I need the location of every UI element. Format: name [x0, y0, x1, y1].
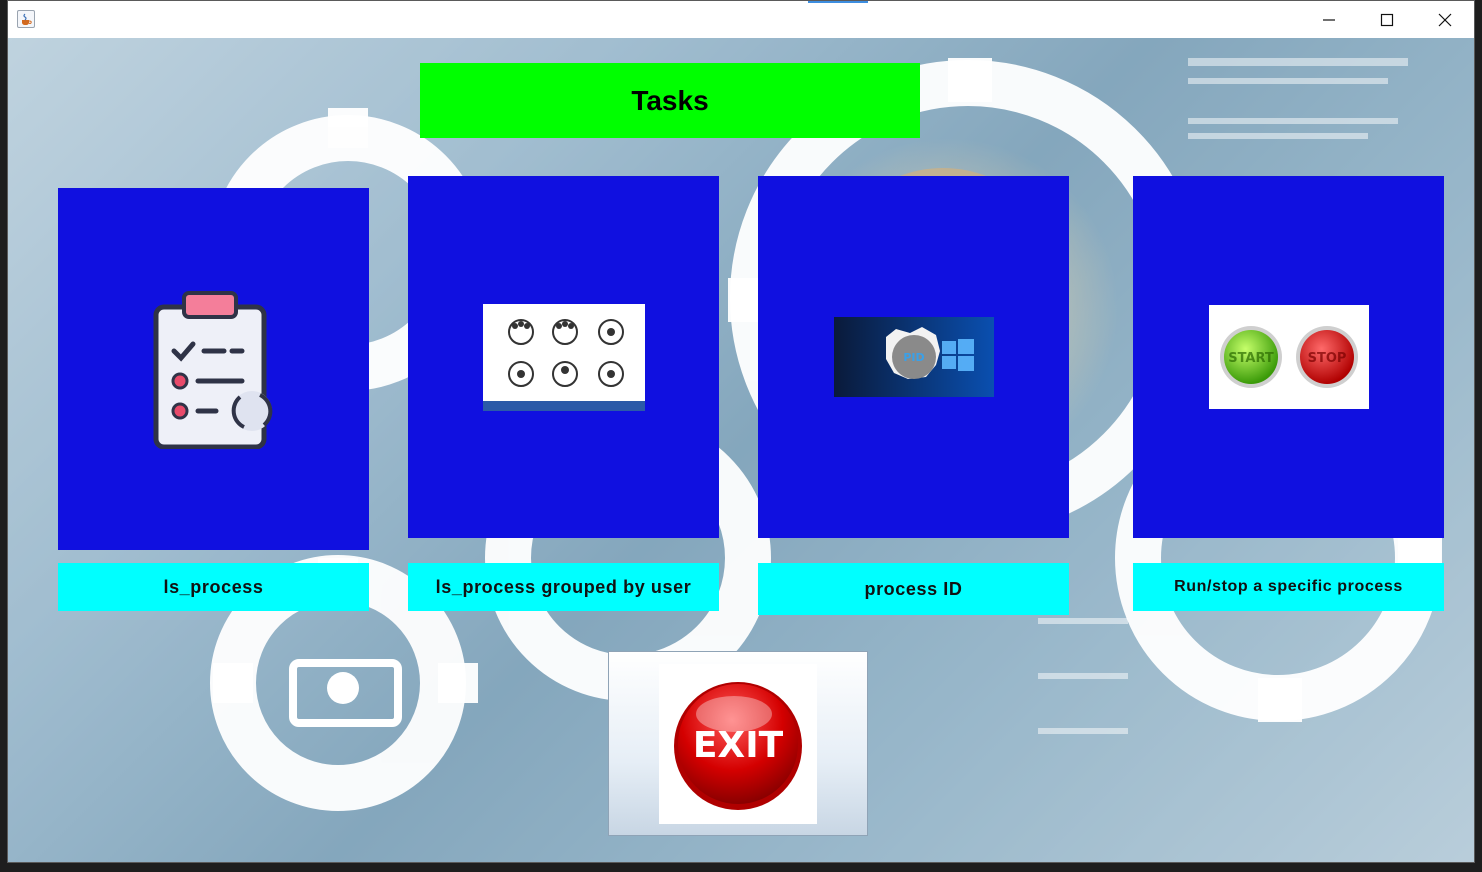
- tasks-header: Tasks: [420, 63, 920, 138]
- main-content: Tasks ls_process ls_process grouped by u…: [8, 38, 1474, 862]
- tile-run-stop-process[interactable]: START STOP: [1133, 176, 1444, 538]
- maximize-button[interactable]: [1358, 1, 1416, 38]
- minimize-button[interactable]: [1300, 1, 1358, 38]
- title-bar[interactable]: [8, 1, 1474, 38]
- tile-ls-process-grouped[interactable]: [408, 176, 719, 538]
- pid-windows-icon: PID: [833, 317, 994, 397]
- svg-text:EXIT: EXIT: [693, 725, 784, 766]
- gears-team-icon: [482, 303, 645, 411]
- tile-ls-process[interactable]: [58, 188, 369, 550]
- title-accent: [808, 1, 868, 3]
- minimize-icon: [1323, 18, 1335, 21]
- close-icon: [1438, 13, 1452, 26]
- label-run-stop-process[interactable]: Run/stop a specific process: [1133, 563, 1444, 611]
- label-process-id[interactable]: process ID: [758, 563, 1069, 615]
- svg-text:STOP: STOP: [1307, 351, 1346, 366]
- label-ls-process-grouped[interactable]: ls_process grouped by user: [408, 563, 719, 611]
- clipboard-checklist-icon: [153, 291, 272, 449]
- exit-button-image: EXIT: [659, 663, 817, 824]
- maximize-icon: [1380, 13, 1394, 26]
- svg-text:PID: PID: [903, 351, 924, 364]
- app-window: Tasks ls_process ls_process grouped by u…: [7, 0, 1475, 863]
- label-ls-process[interactable]: ls_process: [58, 563, 369, 611]
- start-stop-buttons-icon: START STOP: [1208, 305, 1369, 409]
- exit-button[interactable]: EXIT: [608, 651, 868, 836]
- svg-text:START: START: [1228, 351, 1274, 366]
- java-cup-icon[interactable]: [17, 10, 35, 28]
- close-button[interactable]: [1416, 1, 1474, 38]
- exit-button-icon: EXIT: [674, 681, 802, 810]
- tile-process-id[interactable]: PID: [758, 176, 1069, 538]
